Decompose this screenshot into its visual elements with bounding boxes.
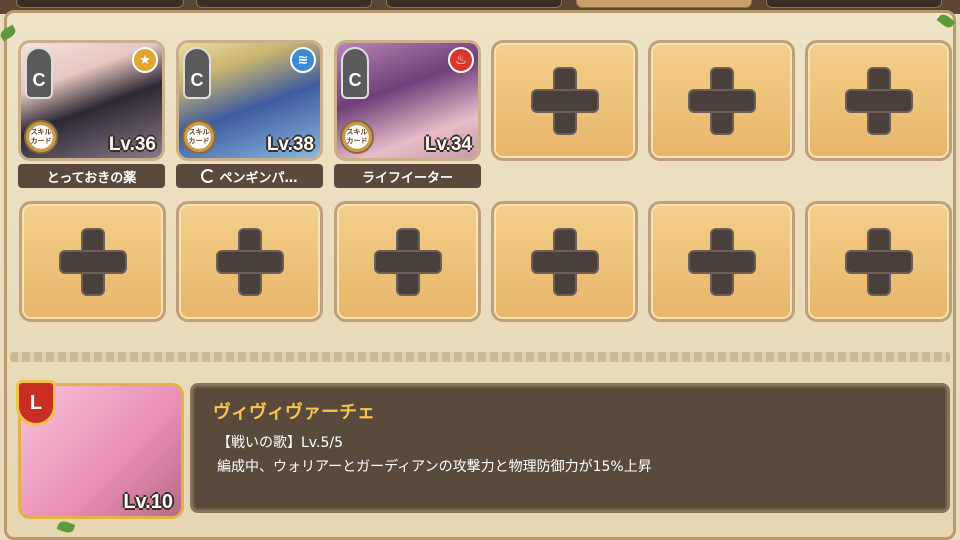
plus-icon bbox=[217, 229, 282, 294]
fire-icon: ♨ bbox=[448, 47, 474, 73]
empty-slot[interactable] bbox=[648, 40, 795, 161]
empty-slot[interactable] bbox=[805, 40, 952, 161]
empty-slot[interactable] bbox=[19, 201, 166, 322]
party-unit-3[interactable]: C ♨ スキル カード Lv.34 bbox=[334, 40, 481, 161]
tab-1[interactable] bbox=[16, 0, 184, 8]
plus-icon bbox=[375, 229, 440, 294]
unit-level: Lv.34 bbox=[424, 134, 472, 155]
empty-slot[interactable] bbox=[491, 201, 638, 322]
leader-level: Lv.10 bbox=[123, 491, 173, 513]
empty-slot[interactable] bbox=[176, 201, 323, 322]
leader-skill-panel: ヴィヴィヴァーチェ 【戦いの歌】Lv.5/5 編成中、ウォリアーとガーディアンの… bbox=[190, 383, 950, 513]
star-icon: ★ bbox=[132, 47, 158, 73]
unit-name-label: とっておきの薬 bbox=[18, 164, 165, 188]
skill-card-icon: スキル カード bbox=[24, 120, 58, 154]
unit-level: Lv.38 bbox=[266, 134, 314, 155]
plus-icon bbox=[60, 229, 125, 294]
rank-badge: C bbox=[25, 47, 53, 99]
leader-badge: L bbox=[16, 380, 56, 426]
plus-icon bbox=[846, 68, 911, 133]
empty-slot[interactable] bbox=[805, 201, 952, 322]
unit-name-label: ライフイーター bbox=[334, 164, 481, 188]
skill-card-icon: スキル カード bbox=[182, 120, 216, 154]
plus-icon bbox=[689, 229, 754, 294]
party-unit-2[interactable]: C ≋ スキル カード Lv.38 bbox=[176, 40, 323, 161]
plus-icon bbox=[532, 68, 597, 133]
tab-5[interactable] bbox=[766, 0, 942, 8]
tab-2[interactable] bbox=[196, 0, 372, 8]
refresh-icon bbox=[201, 169, 216, 183]
unit-name-label: ペンギンパ… bbox=[176, 164, 323, 188]
tab-3[interactable] bbox=[386, 0, 562, 8]
unit-level: Lv.36 bbox=[108, 134, 156, 155]
plus-icon bbox=[846, 229, 911, 294]
leader-skill-title: 【戦いの歌】Lv.5/5 bbox=[217, 435, 343, 451]
water-icon: ≋ bbox=[290, 47, 316, 73]
rank-badge: C bbox=[183, 47, 211, 99]
leader-skill-description: 編成中、ウォリアーとガーディアンの攻撃力と物理防御力が15%上昇 bbox=[217, 459, 652, 475]
empty-slot[interactable] bbox=[334, 201, 481, 322]
section-divider bbox=[10, 352, 950, 362]
empty-slot[interactable] bbox=[491, 40, 638, 161]
rank-badge: C bbox=[341, 47, 369, 99]
tab-4[interactable] bbox=[576, 0, 752, 8]
empty-slot[interactable] bbox=[648, 201, 795, 322]
party-unit-1[interactable]: C ★ スキル カード Lv.36 bbox=[18, 40, 165, 161]
plus-icon bbox=[689, 68, 754, 133]
skill-card-icon: スキル カード bbox=[340, 120, 374, 154]
plus-icon bbox=[532, 229, 597, 294]
leader-name: ヴィヴィヴァーチェ bbox=[213, 402, 375, 423]
